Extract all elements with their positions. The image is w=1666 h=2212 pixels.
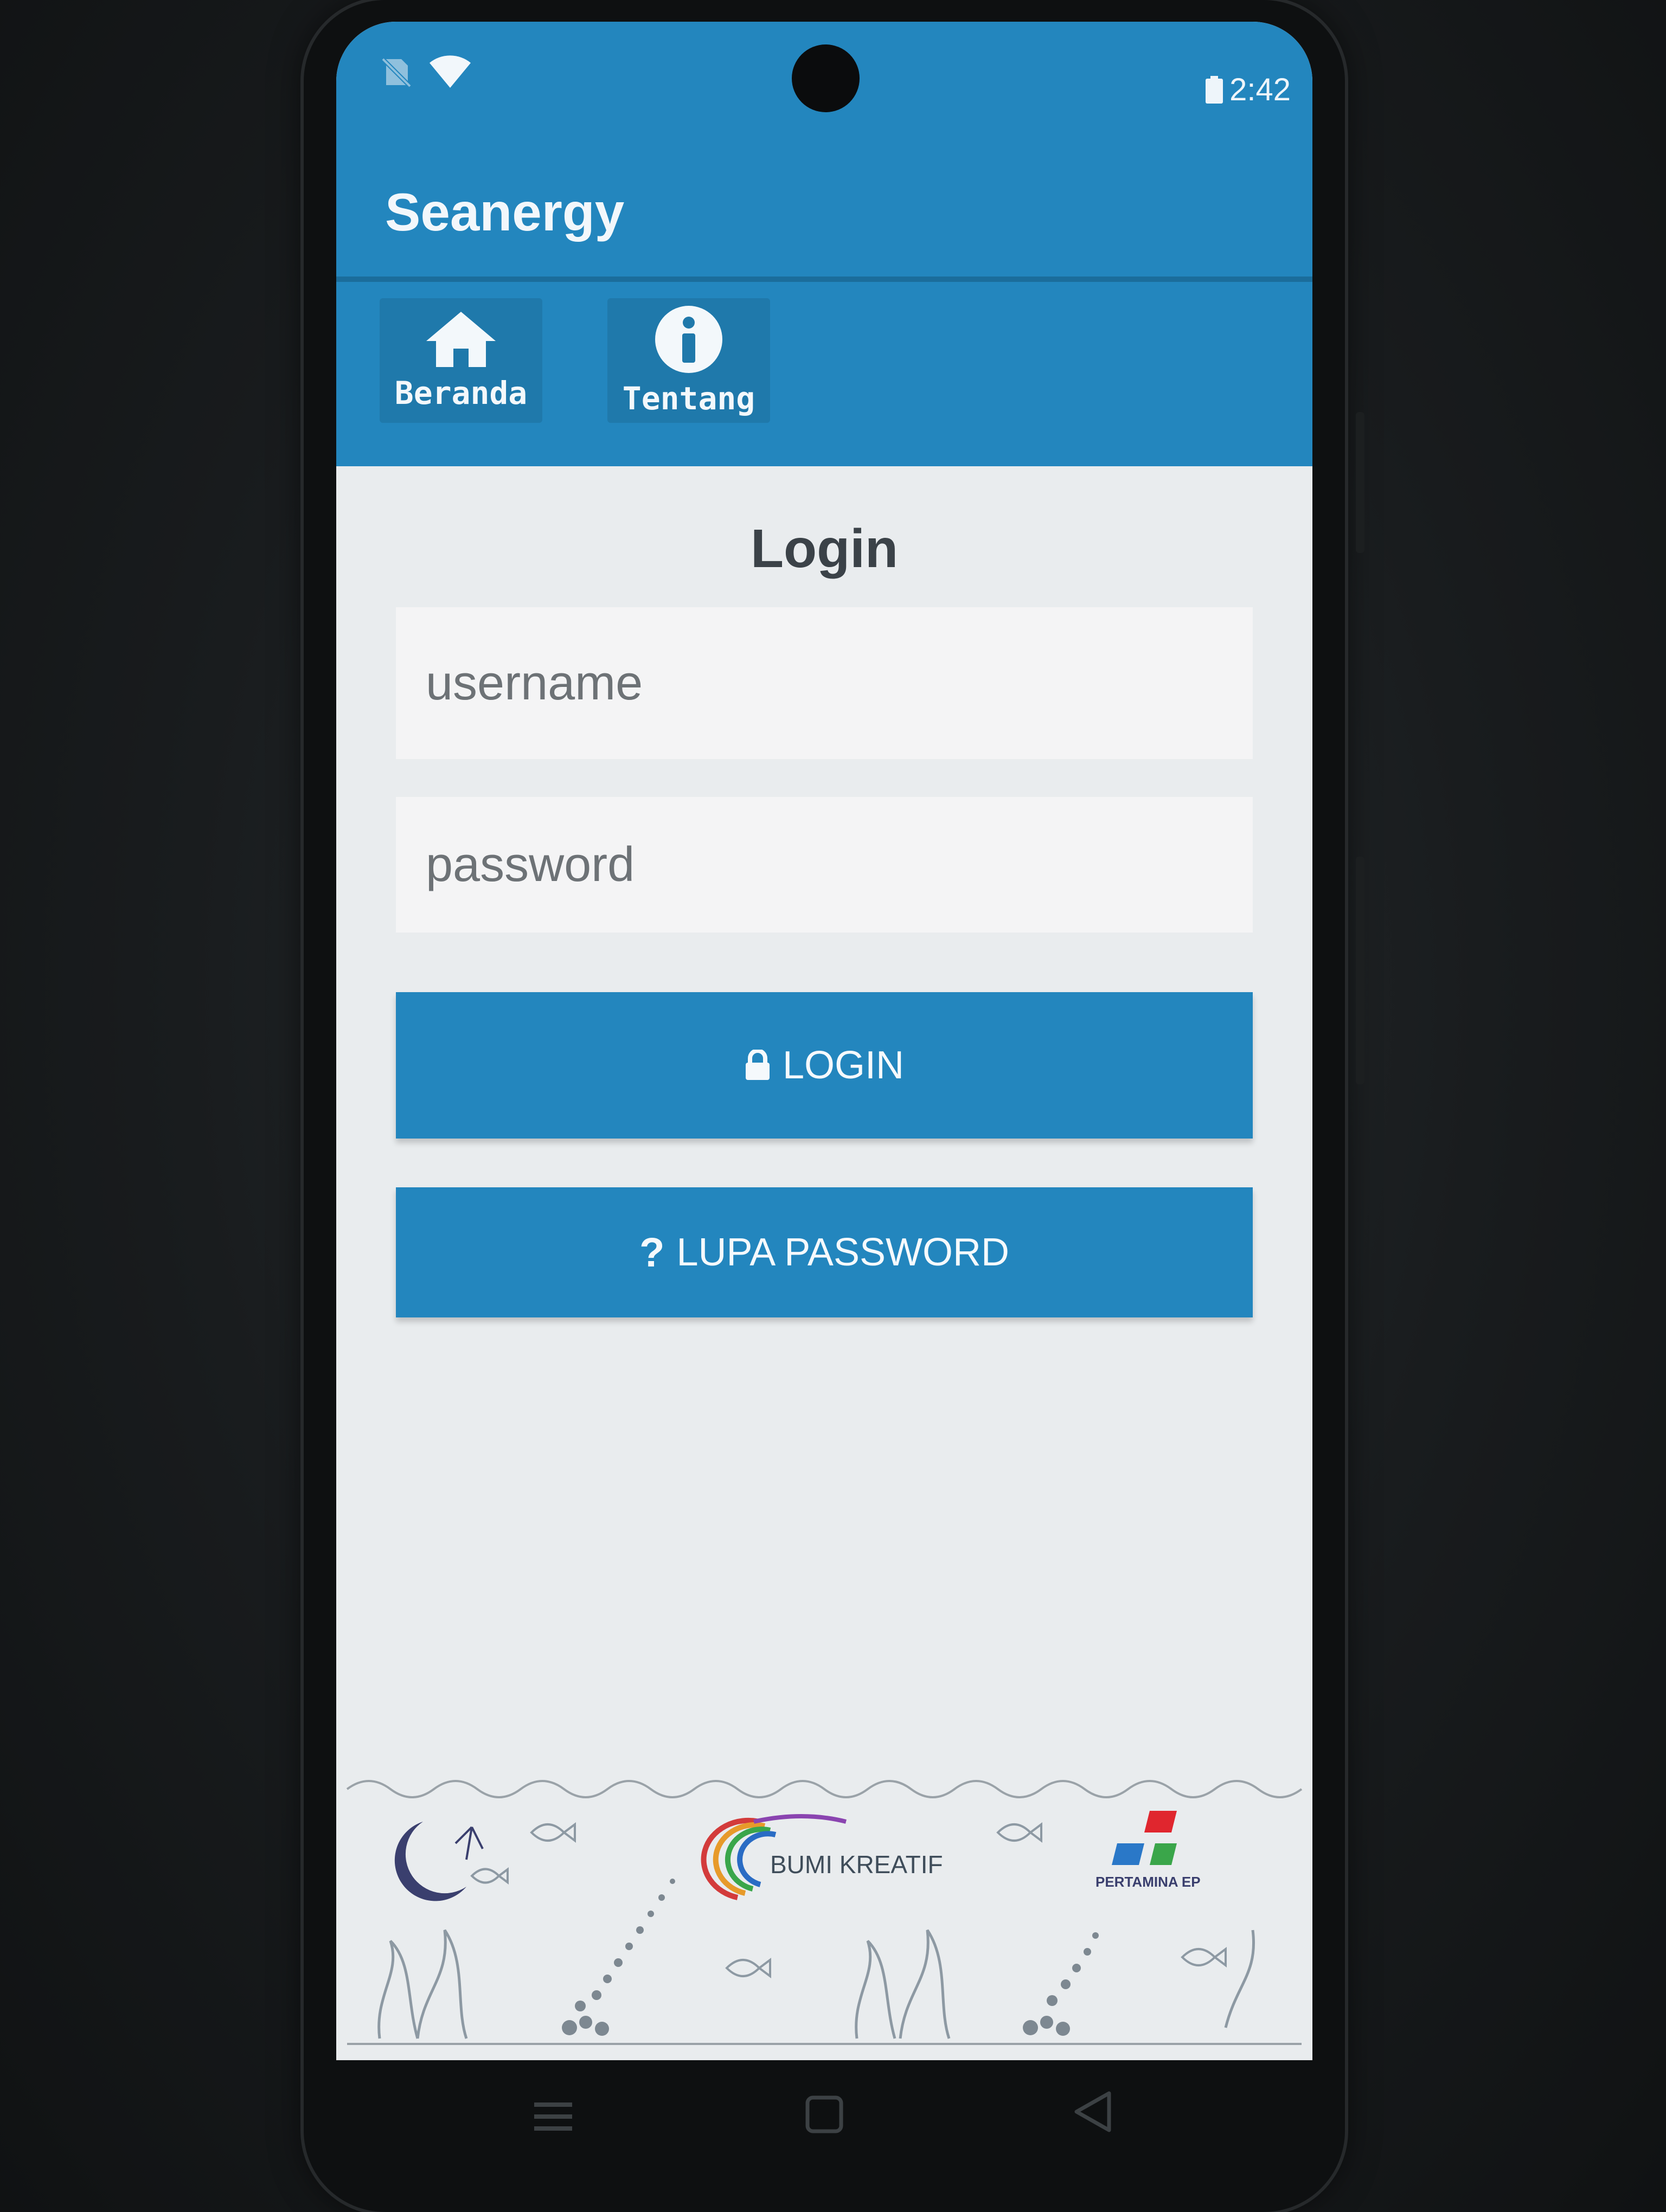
status-time: 2:42	[1229, 72, 1291, 107]
wifi-icon	[430, 55, 471, 88]
app-title: Seanergy	[385, 182, 625, 242]
login-button-label: LOGIN	[782, 1044, 905, 1087]
status-icons-right: 2:42	[1204, 72, 1291, 108]
hardware-nav-bar	[0, 2060, 1666, 2212]
volume-button	[1356, 412, 1364, 553]
pertamina-text: PERTAMINA EP	[1095, 1874, 1201, 1890]
menu-icon[interactable]	[534, 2098, 572, 2136]
nav-item-tentang[interactable]: Tentang	[607, 298, 770, 423]
password-field[interactable]	[396, 797, 1253, 933]
nav-label-tentang: Tentang	[622, 380, 755, 417]
front-camera	[792, 44, 860, 112]
battery-icon	[1206, 75, 1223, 104]
water-wave	[346, 1780, 1303, 1798]
bumi-kreatif-text: BUMI KREATIF	[770, 1850, 943, 1879]
power-button	[1356, 857, 1364, 1084]
footer-illustration: BUMI KREATIF PERTAMINA EP	[346, 1780, 1303, 2045]
home-icon	[426, 312, 496, 367]
back-triangle-icon[interactable]	[1071, 2090, 1114, 2133]
home-square-icon[interactable]	[805, 2095, 843, 2133]
forgot-password-button[interactable]: ? LUPA PASSWORD	[396, 1187, 1253, 1317]
question-icon: ?	[639, 1229, 665, 1276]
app-bar: Seanergy	[336, 130, 1312, 282]
pertamina-ep-logo: PERTAMINA EP	[1095, 1811, 1201, 1890]
lock-icon	[745, 1050, 770, 1080]
login-button[interactable]: LOGIN	[396, 992, 1253, 1139]
bumi-kreatif-logo: BUMI KREATIF	[701, 1814, 943, 1900]
login-title: Login	[750, 518, 899, 579]
fish-decoration	[470, 1822, 1227, 1978]
username-field[interactable]	[396, 607, 1253, 759]
login-content: Login LOGIN ? LUPA PASSWORD	[336, 466, 1312, 2060]
nav-item-beranda[interactable]: Beranda	[380, 298, 542, 423]
info-icon	[655, 306, 722, 373]
nav-label-beranda: Beranda	[394, 375, 528, 411]
status-bar: 2:42	[336, 22, 1312, 130]
phone-screen: 2:42 Seanergy Beranda Tentang Login user…	[336, 22, 1312, 2060]
forgot-password-label: LUPA PASSWORD	[676, 1231, 1009, 1274]
seanergy-logo	[394, 1822, 484, 1901]
coral-decoration	[377, 1929, 1255, 2039]
nav-bar: Beranda Tentang	[336, 282, 1312, 466]
status-icons-left	[380, 54, 472, 90]
no-sim-icon	[381, 57, 412, 88]
pebbles-decoration	[562, 1879, 1099, 2036]
